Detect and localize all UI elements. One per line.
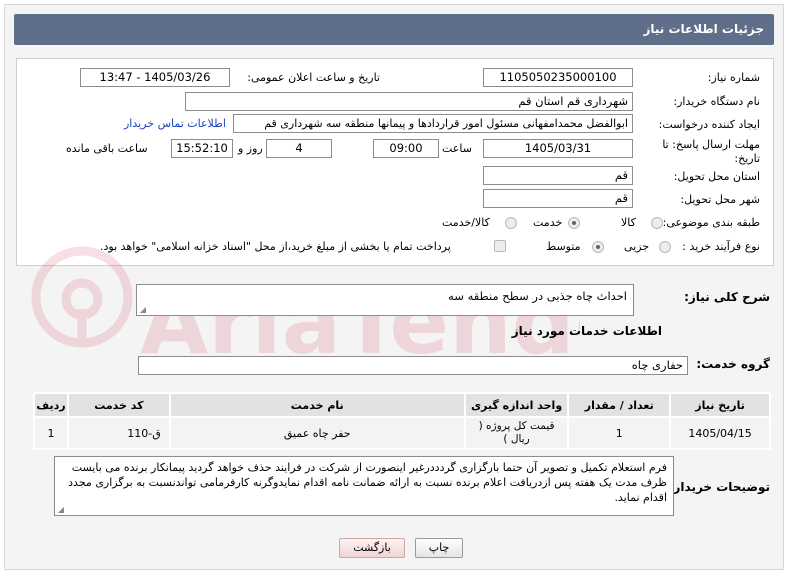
buyer-notes-textarea[interactable]: فرم استعلام تکمیل و تصویر آن حتما بارگزا… xyxy=(54,456,674,516)
announce-datetime-label: تاریخ و ساعت اعلان عمومی: xyxy=(247,71,380,84)
summary-textarea[interactable]: احداث چاه جذبی در سطح منطقه سه ◢ xyxy=(136,284,634,316)
page-title: جزئیات اطلاعات نیاز xyxy=(643,22,764,36)
cell-name: حفر چاه عمیق xyxy=(168,416,466,450)
col-header-name: نام خدمت xyxy=(168,392,466,418)
buyer-org-label: نام دستگاه خریدار: xyxy=(673,95,760,108)
deadline-date-field[interactable]: 1405/03/31 xyxy=(483,139,633,158)
purchase-radio-medium[interactable] xyxy=(592,241,604,253)
back-button[interactable]: بازگشت xyxy=(339,538,405,558)
need-details-panel xyxy=(16,58,774,266)
summary-label: شرح کلی نیاز: xyxy=(684,290,770,304)
city-label: شهر محل تحویل: xyxy=(680,193,760,206)
services-section-title: اطلاعات خدمات مورد نیاز xyxy=(511,324,662,338)
deadline-label-line2: تاریخ: xyxy=(734,152,760,165)
remaining-time-field[interactable]: 15:52:10 xyxy=(171,139,233,158)
resize-handle-icon[interactable]: ◢ xyxy=(56,506,64,514)
service-group-field[interactable]: حفاری چاه xyxy=(138,356,688,375)
days-label: روز و xyxy=(238,142,263,155)
cell-row: 1 xyxy=(32,416,70,450)
cell-code: ق-110 xyxy=(67,416,171,450)
category-option-service: خدمت xyxy=(533,216,563,229)
purchase-option-minor: جزیی xyxy=(624,240,650,253)
buyer-contact-link[interactable]: اطلاعات تماس خریدار xyxy=(124,117,226,130)
category-option-goods: کالا xyxy=(621,216,636,229)
creator-label: ایجاد کننده درخواست: xyxy=(658,118,760,131)
purchase-radio-minor[interactable] xyxy=(659,241,671,253)
deadline-label-line1: مهلت ارسال پاسخ: تا xyxy=(662,138,760,151)
buyer-notes-label: توضیحات خریدار: xyxy=(668,480,770,494)
deadline-time-field[interactable]: 09:00 xyxy=(373,139,439,158)
cell-date: 1405/04/15 xyxy=(669,416,771,450)
print-button[interactable]: چاپ xyxy=(415,538,463,558)
summary-text: احداث چاه جذبی در سطح منطقه سه xyxy=(448,289,627,303)
treasury-payment-note: پرداخت تمام یا بخشی از مبلغ خرید،از محل … xyxy=(100,240,451,253)
table-header-row: تاریخ نیاز تعداد / مقدار واحد اندازه گیر… xyxy=(32,392,771,418)
announce-datetime-field[interactable]: 1405/03/26 - 13:47 xyxy=(80,68,230,87)
services-table: تاریخ نیاز تعداد / مقدار واحد اندازه گیر… xyxy=(32,392,771,450)
service-group-label: گروه خدمت: xyxy=(696,357,770,371)
resize-handle-icon[interactable]: ◢ xyxy=(138,306,146,314)
purchase-type-label: نوع فرآیند خرید : xyxy=(682,240,760,253)
buyer-org-field[interactable]: شهرداری قم استان قم xyxy=(185,92,633,111)
purchase-option-medium: متوسط xyxy=(546,240,581,253)
col-header-qty: تعداد / مقدار xyxy=(567,392,672,418)
province-label: استان محل تحویل: xyxy=(673,170,760,183)
category-radio-service[interactable] xyxy=(568,217,580,229)
category-label: طبقه بندی موضوعی: xyxy=(662,216,760,229)
deadline-time-label: ساعت xyxy=(442,142,472,155)
category-option-goods-service: کالا/خدمت xyxy=(442,216,490,229)
col-header-row: ردیف xyxy=(32,392,70,418)
category-radio-goods[interactable] xyxy=(651,217,663,229)
cell-unit: قیمت کل پروژه ( ریال ) xyxy=(463,416,570,450)
buyer-notes-text: فرم استعلام تکمیل و تصویر آن حتما بارگزا… xyxy=(68,461,667,504)
category-radio-goods-service[interactable] xyxy=(505,217,517,229)
cell-qty: 1 xyxy=(567,416,672,450)
col-header-unit: واحد اندازه گیری xyxy=(463,392,570,418)
need-number-label: شماره نیاز: xyxy=(707,71,760,84)
page-header: جزئیات اطلاعات نیاز xyxy=(14,14,774,45)
remaining-time-label: ساعت باقی مانده xyxy=(66,142,148,155)
creator-field[interactable]: ابوالفضل محمدامفهانی مسئول امور قرارداده… xyxy=(233,114,633,133)
col-header-code: کد خدمت xyxy=(67,392,171,418)
treasury-payment-checkbox[interactable] xyxy=(494,240,506,252)
days-remaining-field[interactable]: 4 xyxy=(266,139,332,158)
province-field[interactable]: قم xyxy=(483,166,633,185)
col-header-date: تاریخ نیاز xyxy=(669,392,771,418)
need-number-field[interactable]: 1105050235000100 xyxy=(483,68,633,87)
city-field[interactable]: قم xyxy=(483,189,633,208)
table-row[interactable]: 1405/04/15 1 قیمت کل پروژه ( ریال ) حفر … xyxy=(32,416,771,450)
